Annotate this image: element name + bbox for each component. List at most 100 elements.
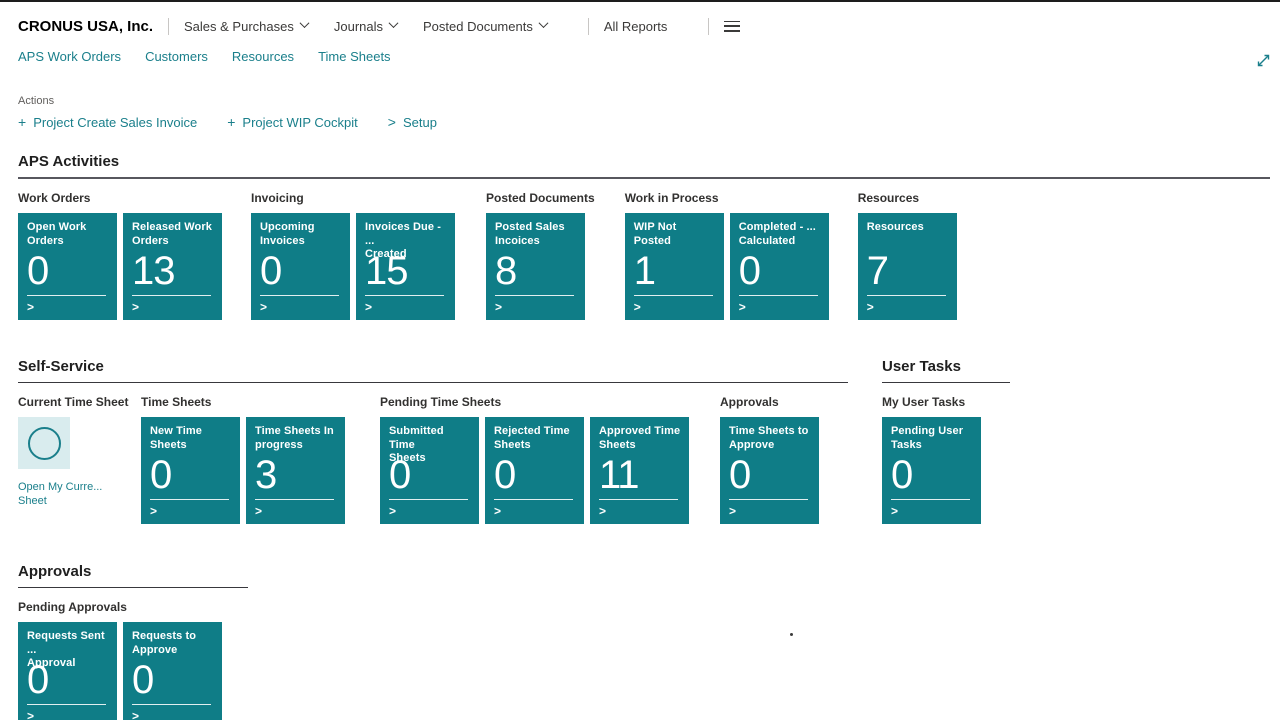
group-caption: Invoicing [251, 191, 455, 205]
menu-journals[interactable]: Journals [334, 19, 397, 34]
cue-tile-value: 13 [132, 251, 214, 295]
cue-tile-value: 0 [739, 251, 821, 295]
nav-link-resources[interactable]: Resources [232, 49, 294, 64]
cue-tile-new-time-sheets[interactable]: New Time Sheets0 > [141, 417, 240, 524]
nav-link-customers[interactable]: Customers [145, 49, 208, 64]
chevron-right-icon: > [599, 505, 681, 517]
tile-divider [255, 499, 334, 500]
cue-tile-label: Completed - ...Calculated [739, 221, 821, 250]
actions-label: Actions [18, 95, 1280, 107]
plus-icon: + [227, 114, 235, 130]
chevron-right-icon: > [891, 505, 973, 517]
cue-tile-posted-sales-incoices[interactable]: Posted SalesIncoices8> [486, 213, 585, 320]
action-project-create-sales-invoice[interactable]: + Project Create Sales Invoice [18, 114, 197, 130]
cue-tile-open-work-orders[interactable]: Open WorkOrders0> [18, 213, 117, 320]
group-caption: Approvals [720, 395, 819, 409]
cue-tile-resources[interactable]: Resources7> [858, 213, 957, 320]
tile-divider [599, 499, 678, 500]
cue-group-work-orders: Work Orders Open WorkOrders0>Released Wo… [18, 191, 222, 320]
hamburger-menu-icon[interactable] [724, 21, 740, 32]
section-approvals: Approvals Pending Approvals Requests Sen… [18, 563, 248, 720]
plus-icon: + [18, 114, 26, 130]
section-title: User Tasks [882, 358, 1010, 383]
divider [708, 18, 709, 35]
menu-posted-documents[interactable]: Posted Documents [423, 19, 547, 34]
tile-divider [132, 704, 211, 705]
cue-tile-label: Requests Sent ...Approval [27, 630, 109, 659]
second-sections-row: Self-Service Current Time Sheet Open My … [18, 358, 1280, 524]
cue-tile-released-work-orders[interactable]: Released WorkOrders13> [123, 213, 222, 320]
chevron-right-icon: > [150, 505, 232, 517]
action-project-wip-cockpit[interactable]: + Project WIP Cockpit [227, 114, 358, 130]
cue-tile-submitted-time-sheets[interactable]: Submitted TimeSheets0> [380, 417, 479, 524]
section-title: Approvals [18, 563, 248, 588]
cue-tile-rejected-time-sheets[interactable]: Rejected TimeSheets0> [485, 417, 584, 524]
cue-group-pending-time-sheets: Pending Time Sheets Submitted TimeSheets… [380, 395, 689, 524]
cue-tile-time-sheets-to-approve[interactable]: Time Sheets toApprove0> [720, 417, 819, 524]
cue-group-resources: Resources Resources7> [858, 191, 957, 320]
chevron-right-icon: > [255, 505, 337, 517]
divider [588, 18, 589, 35]
menu-all-reports[interactable]: All Reports [604, 19, 668, 34]
chevron-right-icon: > [729, 505, 811, 517]
cue-tile-label: Posted SalesIncoices [495, 221, 577, 250]
cue-tile-value: 15 [365, 251, 447, 295]
cue-tile-approved-time-sheets[interactable]: Approved TimeSheets11 > [590, 417, 689, 524]
section-self-service: Self-Service Current Time Sheet Open My … [18, 358, 848, 524]
cue-groups-row: Work Orders Open WorkOrders0>Released Wo… [18, 191, 1270, 320]
cue-tile-value: 0 [132, 660, 214, 704]
expand-diagonal-icon[interactable] [1255, 52, 1272, 74]
cue-tile-value: 11 [599, 455, 681, 499]
menu-sales-and-purchases[interactable]: Sales & Purchases [184, 19, 308, 34]
circle-icon [28, 427, 61, 460]
section-aps-activities: APS Activities Work Orders Open WorkOrde… [18, 153, 1270, 320]
time-sheet-image-cue[interactable] [18, 417, 70, 469]
cue-tile-invoices-due-created[interactable]: Invoices Due - ...Created15> [356, 213, 455, 320]
chevron-right-icon: > [739, 301, 821, 313]
tile-divider [132, 295, 211, 296]
chevron-down-icon [299, 18, 309, 28]
role-center-page: CRONUS USA, Inc. Sales & Purchases Journ… [0, 12, 1280, 720]
action-setup[interactable]: > Setup [388, 114, 437, 130]
open-my-current-time-sheet-link[interactable]: Open My Curre...Sheet [18, 480, 123, 508]
action-label: Project WIP Cockpit [242, 115, 357, 130]
menu-label: Posted Documents [423, 19, 533, 34]
cue-group-current-time-sheet: Current Time Sheet Open My Curre...Sheet [18, 395, 123, 508]
tile-divider [27, 295, 106, 296]
tile-divider [739, 295, 818, 296]
cue-tile-time-sheets-in-progress[interactable]: Time Sheets Inprogress3> [246, 417, 345, 524]
group-caption: Work Orders [18, 191, 222, 205]
page-navigation: APS Work Orders Customers Resources Time… [18, 49, 1280, 64]
tile-divider [389, 499, 468, 500]
tile-divider [729, 499, 808, 500]
nav-link-aps-work-orders[interactable]: APS Work Orders [18, 49, 121, 64]
cue-tile-wip-not-posted[interactable]: WIP Not Posted1> [625, 213, 724, 320]
cue-tile-value: 7 [867, 251, 949, 295]
tile-divider [27, 704, 106, 705]
cue-tile-label: New Time Sheets [150, 425, 232, 454]
action-label: Project Create Sales Invoice [33, 115, 197, 130]
cue-groups-row: Current Time Sheet Open My Curre...Sheet… [18, 395, 848, 524]
cue-tile-value: 0 [389, 455, 471, 499]
nav-link-time-sheets[interactable]: Time Sheets [318, 49, 391, 64]
tile-divider [260, 295, 339, 296]
cue-tile-upcoming-invoices[interactable]: UpcomingInvoices0> [251, 213, 350, 320]
company-name[interactable]: CRONUS USA, Inc. [18, 18, 153, 35]
group-caption: Time Sheets [141, 395, 345, 409]
cue-group-pending-approvals: Pending Approvals Requests Sent ...Appro… [18, 600, 222, 720]
cue-tile-requests-sent-approval[interactable]: Requests Sent ...Approval0> [18, 622, 117, 720]
cue-tile-label: Approved TimeSheets [599, 425, 681, 454]
chevron-right-icon: > [132, 710, 214, 720]
cue-tile-requests-to-approve[interactable]: Requests toApprove0> [123, 622, 222, 720]
cue-group-work-in-process: Work in Process WIP Not Posted1>Complete… [625, 191, 829, 320]
cue-tile-value: 0 [150, 455, 232, 499]
cue-tile-value: 1 [634, 251, 716, 295]
tile-divider [494, 499, 573, 500]
cue-tile-value: 0 [260, 251, 342, 295]
tile-divider [150, 499, 229, 500]
cue-tile-label: Submitted TimeSheets [389, 425, 471, 454]
cue-tile-pending-user-tasks[interactable]: Pending UserTasks0> [882, 417, 981, 524]
cue-tile-completed-calculated[interactable]: Completed - ...Calculated0 > [730, 213, 829, 320]
menu-label: Journals [334, 19, 383, 34]
cue-group-approvals: Approvals Time Sheets toApprove0> [720, 395, 819, 524]
